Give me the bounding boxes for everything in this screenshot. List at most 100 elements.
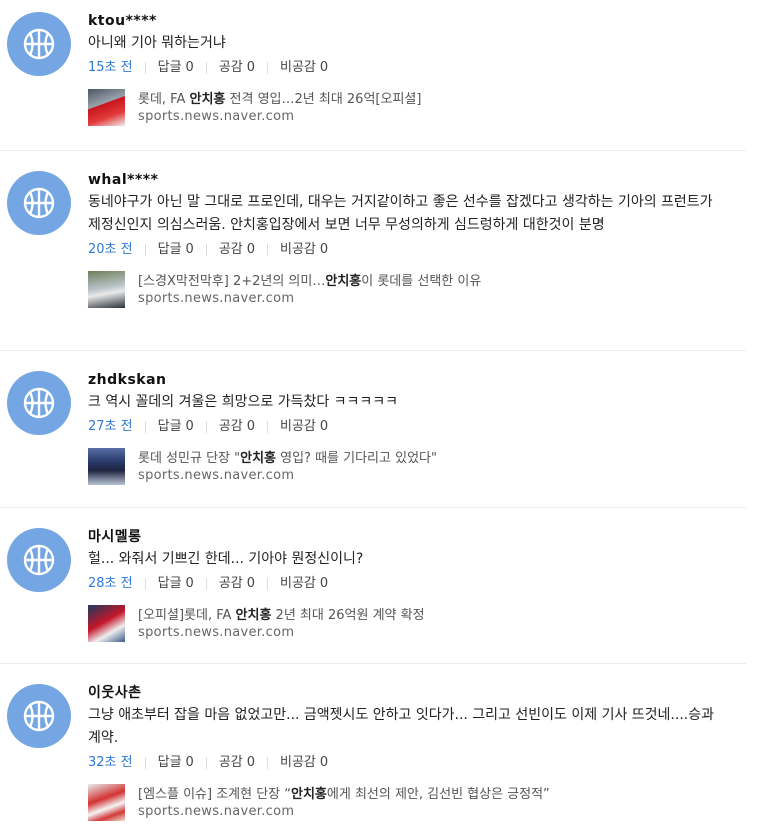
- dislike-count: 0: [319, 242, 329, 257]
- news-source: sports.news.naver.com: [138, 468, 295, 483]
- divider: [144, 578, 146, 590]
- basketball-icon: [23, 387, 55, 419]
- reply-button[interactable]: 답글 0: [158, 239, 194, 261]
- news-title-post: 2년 최대 26억원 계약 확정: [271, 608, 425, 623]
- basketball-icon: [23, 700, 55, 732]
- news-link[interactable]: 롯데, FA 안치홍 전격 영입…2년 최대 26억[오피셜] sports.n…: [88, 89, 746, 129]
- dislike-button[interactable]: 비공감 0: [280, 416, 328, 438]
- reply-button[interactable]: 답글 0: [158, 573, 194, 595]
- dislike-count: 0: [319, 755, 329, 770]
- dislike-count: 0: [319, 576, 329, 591]
- like-button[interactable]: 공감 0: [219, 239, 255, 261]
- comment-text: 헐... 와줘서 기쁘긴 한데... 기아야 뭔정신이니?: [88, 551, 364, 567]
- news-title[interactable]: [스경X막전막후] 2+2년의 의미…안치홍이 롯데를 선택한 이유: [138, 270, 481, 289]
- comment-item: 이웃사촌 그냥 애초부터 잡을 마음 없었고만... 금액젯시도 안하고 잇다가…: [0, 664, 746, 834]
- like-count: 0: [246, 242, 256, 257]
- reply-label: 답글: [157, 576, 182, 591]
- comment-time: 32초 전: [88, 755, 133, 770]
- dislike-count: 0: [319, 60, 329, 75]
- news-title-pre: [스경X막전막후] 2+2년의 의미…: [138, 274, 326, 289]
- avatar[interactable]: [7, 371, 71, 435]
- comment-meta: 20초 전 답글 0 공감 0 비공감 0: [88, 239, 746, 261]
- news-title[interactable]: 롯데 성민규 단장 "안치홍 영입? 때를 기다리고 있었다": [138, 447, 437, 466]
- news-link[interactable]: [오피셜]롯데, FA 안치홍 2년 최대 26억원 계약 확정 sports.…: [88, 605, 746, 645]
- dislike-button[interactable]: 비공감 0: [280, 752, 328, 774]
- news-link[interactable]: 롯데 성민규 단장 "안치홍 영입? 때를 기다리고 있었다" sports.n…: [88, 448, 746, 488]
- news-title-keyword: 안치홍: [325, 274, 362, 289]
- news-title-pre: [엠스플 이슈] 조계현 단장 “: [138, 787, 292, 802]
- comment-nickname[interactable]: ktou****: [88, 10, 746, 32]
- comment-nickname[interactable]: 이웃사촌: [88, 682, 746, 704]
- avatar[interactable]: [7, 12, 71, 76]
- news-thumbnail[interactable]: [88, 271, 125, 308]
- dislike-label: 비공감: [280, 755, 316, 770]
- avatar[interactable]: [7, 171, 71, 235]
- comment-text: 아니왜 기아 뭐하는거냐: [88, 35, 226, 51]
- news-title-pre: [오피셜]롯데, FA: [138, 608, 236, 623]
- news-thumbnail[interactable]: [88, 448, 125, 485]
- comment-nickname[interactable]: whal****: [88, 169, 746, 191]
- reply-button[interactable]: 답글 0: [158, 57, 194, 79]
- comment-time: 27초 전: [88, 419, 133, 434]
- comment-nickname[interactable]: zhdkskan: [88, 369, 746, 391]
- news-title[interactable]: [엠스플 이슈] 조계현 단장 “안치홍에게 최선의 제안, 김선빈 협상은 긍…: [138, 783, 550, 802]
- dislike-button[interactable]: 비공감 0: [280, 239, 328, 261]
- comment-item: zhdkskan 크 역시 꼴데의 겨울은 희망으로 가득찼다 ㅋㅋㅋㅋㅋ 27…: [0, 351, 746, 508]
- divider: [267, 244, 269, 256]
- divider: [205, 421, 207, 433]
- comment-meta: 32초 전 답글 0 공감 0 비공감 0: [88, 752, 746, 774]
- avatar[interactable]: [7, 528, 71, 592]
- like-count: 0: [246, 419, 256, 434]
- comment-time: 20초 전: [88, 242, 133, 257]
- like-button[interactable]: 공감 0: [219, 573, 255, 595]
- like-button[interactable]: 공감 0: [219, 57, 255, 79]
- comment-meta: 15초 전 답글 0 공감 0 비공감 0: [88, 57, 746, 79]
- reply-count: 0: [185, 755, 194, 770]
- news-link[interactable]: [스경X막전막후] 2+2년의 의미…안치홍이 롯데를 선택한 이유 sport…: [88, 271, 746, 311]
- news-link[interactable]: [엠스플 이슈] 조계현 단장 “안치홍에게 최선의 제안, 김선빈 협상은 긍…: [88, 784, 746, 824]
- comment-item: whal**** 동네야구가 아닌 말 그대로 프로인데, 대우는 거지같이하고…: [0, 151, 746, 351]
- comment-text: 크 역시 꼴데의 겨울은 희망으로 가득찼다 ㅋㅋㅋㅋㅋ: [88, 394, 399, 410]
- reply-button[interactable]: 답글 0: [158, 752, 194, 774]
- avatar[interactable]: [7, 684, 71, 748]
- reply-count: 0: [185, 419, 194, 434]
- dislike-label: 비공감: [280, 242, 316, 257]
- news-thumbnail[interactable]: [88, 89, 125, 126]
- divider: [144, 421, 146, 433]
- reply-count: 0: [185, 576, 194, 591]
- comment-nickname[interactable]: 마시멜롱: [88, 526, 746, 548]
- news-source: sports.news.naver.com: [138, 291, 295, 306]
- news-title-post: 이 롯데를 선택한 이유: [361, 274, 482, 289]
- like-label: 공감: [218, 576, 243, 591]
- news-title-pre: 롯데 성민규 단장 ": [138, 451, 241, 466]
- comment-text: 동네야구가 아닌 말 그대로 프로인데, 대우는 거지같이하고 좋은 선수를 잡…: [88, 194, 713, 233]
- divider: [144, 757, 146, 769]
- news-source: sports.news.naver.com: [138, 804, 295, 819]
- reply-button[interactable]: 답글 0: [158, 416, 194, 438]
- like-label: 공감: [218, 419, 243, 434]
- comment-text: 그냥 애초부터 잡을 마음 없었고만... 금액젯시도 안하고 잇다가... 그…: [88, 707, 714, 746]
- news-title-post: 전격 영입…2년 최대 26억[오피셜]: [225, 92, 422, 107]
- news-title[interactable]: 롯데, FA 안치홍 전격 영입…2년 최대 26억[오피셜]: [138, 88, 421, 107]
- like-label: 공감: [218, 60, 243, 75]
- like-count: 0: [246, 60, 256, 75]
- comment-list: ktou**** 아니왜 기아 뭐하는거냐 15초 전 답글 0 공감 0 비공감 0…: [0, 0, 762, 834]
- divider: [205, 244, 207, 256]
- news-source: sports.news.naver.com: [138, 109, 295, 124]
- like-label: 공감: [218, 755, 243, 770]
- news-title[interactable]: [오피셜]롯데, FA 안치홍 2년 최대 26억원 계약 확정: [138, 604, 425, 623]
- news-thumbnail[interactable]: [88, 784, 125, 821]
- divider: [267, 62, 269, 74]
- divider: [144, 62, 146, 74]
- dislike-label: 비공감: [280, 60, 316, 75]
- basketball-icon: [23, 544, 55, 576]
- comment-time: 28초 전: [88, 576, 133, 591]
- divider: [267, 578, 269, 590]
- news-thumbnail[interactable]: [88, 605, 125, 642]
- reply-label: 답글: [157, 419, 182, 434]
- like-button[interactable]: 공감 0: [219, 416, 255, 438]
- like-button[interactable]: 공감 0: [219, 752, 255, 774]
- dislike-button[interactable]: 비공감 0: [280, 57, 328, 79]
- dislike-button[interactable]: 비공감 0: [280, 573, 328, 595]
- divider: [205, 757, 207, 769]
